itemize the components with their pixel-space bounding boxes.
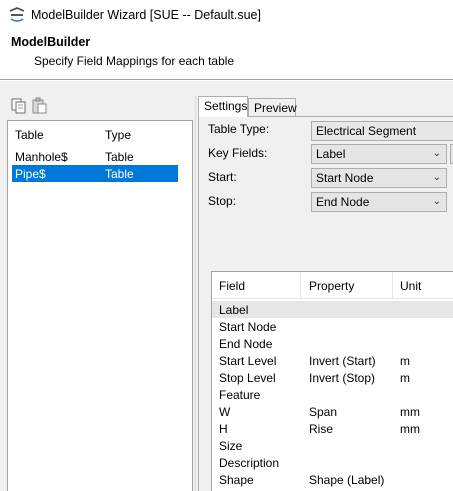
field-name: Label xyxy=(219,303,249,317)
column-header-unit[interactable]: Unit xyxy=(400,279,421,293)
column-header-field[interactable]: Field xyxy=(219,279,245,293)
property-name: Invert (Stop) xyxy=(309,371,376,385)
start-label: Start: xyxy=(208,170,237,184)
window-title: ModelBuilder Wizard [SUE -- Default.sue] xyxy=(31,8,261,22)
paste-icon[interactable] xyxy=(31,97,49,115)
key-fields-value: Label xyxy=(316,147,346,161)
settings-panel: Table Type: Electrical Segment Key Field… xyxy=(198,116,453,491)
chevron-down-icon: ⌄ xyxy=(432,196,441,207)
field-name: W xyxy=(219,405,231,419)
table-type-label: Table Type: xyxy=(208,122,270,136)
wizard-subtitle: Specify Field Mappings for each table xyxy=(34,54,235,68)
unit-name: mm xyxy=(400,422,420,436)
mapping-row[interactable]: W Span mm xyxy=(212,403,453,420)
tab-settings[interactable]: Settings xyxy=(198,96,248,117)
wizard-title: ModelBuilder xyxy=(11,35,91,49)
key-fields-label: Key Fields: xyxy=(208,146,268,160)
property-name: Span xyxy=(309,405,338,419)
field-name: Start Node xyxy=(219,320,277,334)
property-name: Invert (Start) xyxy=(309,354,376,368)
field-name: Shape xyxy=(219,473,254,487)
field-name: H xyxy=(219,422,228,436)
field-name: Stop Level xyxy=(219,371,276,385)
chevron-down-icon: ⌄ xyxy=(432,148,441,159)
mapping-row[interactable]: Start Level Invert (Start) m xyxy=(212,352,453,369)
grid-header: Field Property Unit xyxy=(212,272,453,299)
tab-preview[interactable]: Preview xyxy=(248,98,297,117)
wizard-header: ModelBuilder Specify Field Mappings for … xyxy=(0,31,453,80)
table-row-manhole[interactable]: Manhole$ Table xyxy=(12,148,178,165)
field-name: Size xyxy=(219,439,243,453)
table-row-pipe[interactable]: Pipe$ Table xyxy=(12,165,178,182)
stop-value: End Node xyxy=(316,195,370,209)
chevron-down-icon: ⌄ xyxy=(432,172,441,183)
field-mapping-grid[interactable]: Field Property Unit Label Start Node End… xyxy=(211,271,453,491)
mapping-row[interactable]: Shape Shape (Label) xyxy=(212,471,453,488)
column-divider[interactable] xyxy=(300,272,301,299)
key-fields-dropdown[interactable]: Label ⌄ xyxy=(311,144,447,164)
table-type: Table xyxy=(105,167,134,181)
mapping-row[interactable]: Feature xyxy=(212,386,453,403)
column-header-type[interactable]: Type xyxy=(105,128,131,142)
table-list[interactable]: Table Type Manhole$ Table Pipe$ Table xyxy=(7,120,193,491)
stop-label: Stop: xyxy=(208,194,237,208)
column-header-table[interactable]: Table xyxy=(15,128,44,142)
column-header-property[interactable]: Property xyxy=(309,279,354,293)
mapping-row[interactable]: Size xyxy=(212,437,453,454)
mapping-row[interactable]: Description xyxy=(212,454,453,471)
title-bar: ModelBuilder Wizard [SUE -- Default.sue] xyxy=(0,0,453,31)
start-dropdown[interactable]: Start Node ⌄ xyxy=(311,168,447,188)
table-name: Pipe$ xyxy=(15,167,46,181)
table-list-header: Table Type xyxy=(8,121,192,147)
mapping-row[interactable]: H Rise mm xyxy=(212,420,453,437)
property-name: Shape (Label) xyxy=(309,473,385,487)
mapping-row[interactable]: Stop Level Invert (Stop) m xyxy=(212,369,453,386)
mapping-row[interactable]: End Node xyxy=(212,335,453,352)
unit-name: m xyxy=(400,371,410,385)
unit-name: m xyxy=(400,354,410,368)
property-name: Rise xyxy=(309,422,334,436)
table-type: Table xyxy=(105,150,134,164)
stop-dropdown[interactable]: End Node ⌄ xyxy=(311,192,447,212)
table-name: Manhole$ xyxy=(15,150,68,164)
start-value: Start Node xyxy=(316,171,374,185)
table-type-value: Electrical Segment xyxy=(316,124,417,138)
field-name: Description xyxy=(219,456,280,470)
mapping-row[interactable]: Label xyxy=(212,301,453,318)
copy-icon[interactable] xyxy=(10,97,28,115)
unit-name: mm xyxy=(400,405,420,419)
field-name: Feature xyxy=(219,388,261,402)
field-name: End Node xyxy=(219,337,273,351)
column-divider[interactable] xyxy=(392,272,393,299)
app-icon xyxy=(9,7,25,22)
field-name: Start Level xyxy=(219,354,277,368)
table-type-field: Electrical Segment xyxy=(311,121,453,141)
mapping-row[interactable]: Start Node xyxy=(212,318,453,335)
panel-splitter[interactable] xyxy=(195,96,196,491)
